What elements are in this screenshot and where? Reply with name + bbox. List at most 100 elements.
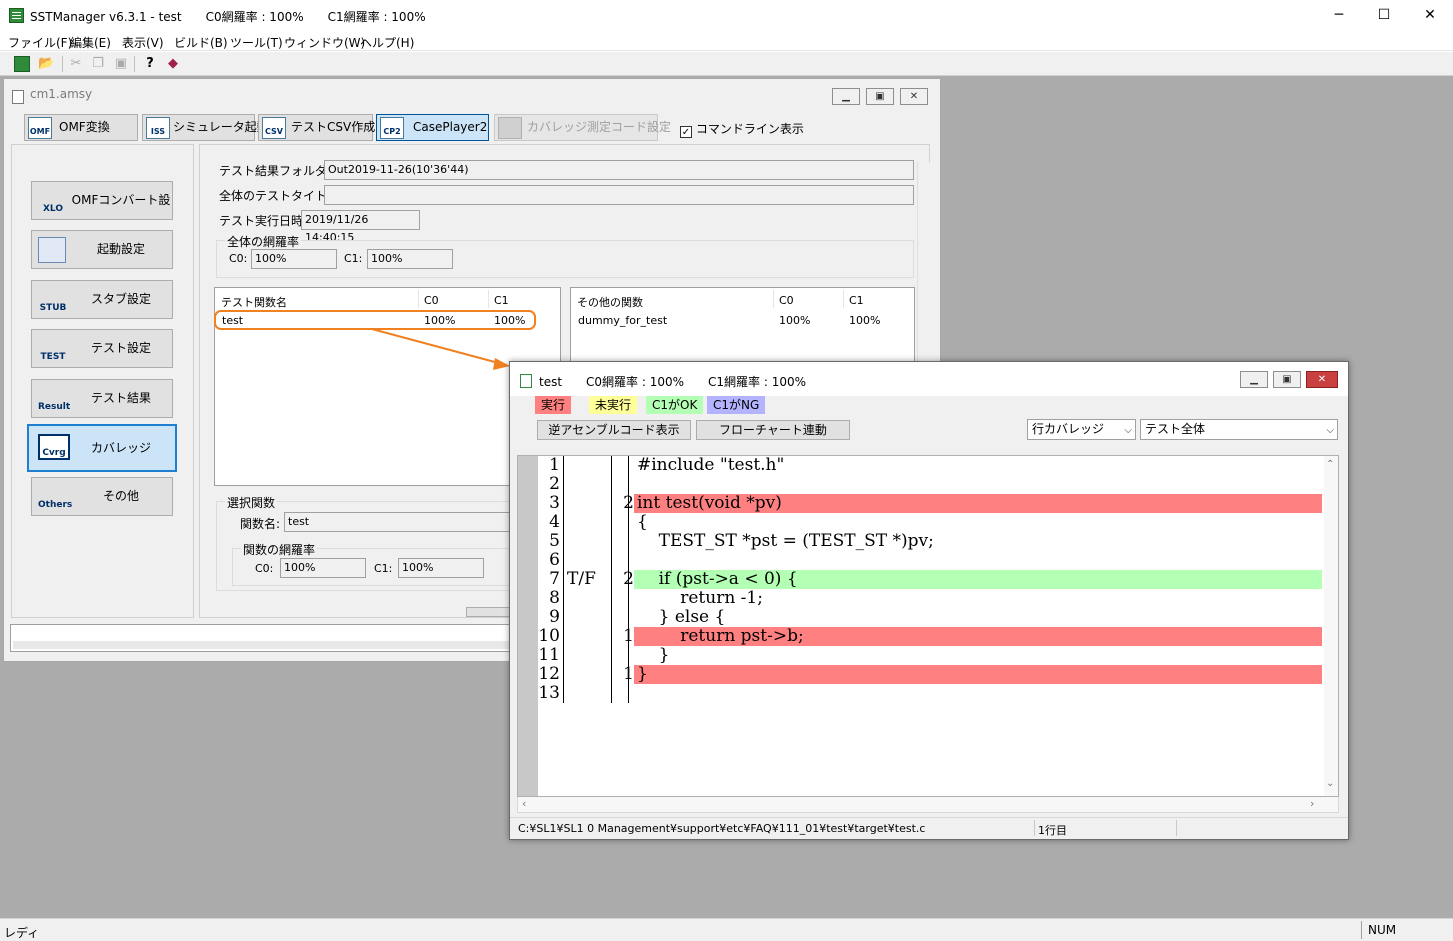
- column-header[interactable]: C0: [779, 294, 794, 307]
- child-close-button[interactable]: ✕: [900, 88, 928, 105]
- code-line[interactable]: 11 }: [538, 646, 1322, 665]
- scroll-right-icon[interactable]: ›: [1310, 797, 1314, 810]
- table-row[interactable]: test 100% 100%: [215, 310, 560, 328]
- paste-icon[interactable]: ▣: [113, 56, 129, 72]
- test-csv-button[interactable]: CSV テストCSV作成: [258, 114, 376, 141]
- code-line[interactable]: 9 } else {: [538, 608, 1322, 627]
- sidebar-item-stub[interactable]: STUB スタブ設定: [31, 280, 173, 319]
- vertical-scrollbar[interactable]: ⌃ ⌄: [1324, 456, 1338, 796]
- sidebar-item-others[interactable]: Others その他: [31, 477, 173, 516]
- main-toolbar: 📂 ✂ ❐ ▣ ? ◆: [0, 52, 1453, 76]
- func-c1-field[interactable]: 100%: [398, 558, 484, 578]
- close-button[interactable]: ✕: [1407, 0, 1453, 31]
- c1-field[interactable]: 100%: [367, 249, 453, 269]
- result-folder-field[interactable]: Out2019-11-26(10'36'44): [324, 160, 914, 180]
- column-separator: [843, 290, 844, 308]
- coverage-window: test C0網羅率 : 100% C1網羅率 : 100% ▁ ▣ ✕ 実行 …: [509, 361, 1349, 840]
- menu-edit[interactable]: 編集(E): [70, 34, 111, 51]
- legend-executed: 実行: [535, 396, 572, 414]
- menu-file[interactable]: ファイル(F): [8, 34, 72, 51]
- scope-select[interactable]: テスト全体 ⌵: [1140, 419, 1338, 440]
- test-title-field[interactable]: [324, 185, 914, 205]
- omf-convert-button[interactable]: OMF OMF変換: [24, 114, 138, 141]
- code-line[interactable]: 5 TEST_ST *pst = (TEST_ST *)pv;: [538, 532, 1322, 551]
- column-header[interactable]: C1: [849, 294, 864, 307]
- branch-marker: T/F: [567, 569, 596, 589]
- code-line[interactable]: 1 #include "test.h": [538, 456, 1322, 475]
- open-folder-icon[interactable]: 📂: [38, 56, 54, 72]
- minimize-button[interactable]: ─: [1316, 0, 1362, 31]
- line-number: 9: [549, 607, 560, 627]
- line-number: 4: [549, 512, 560, 532]
- child-close-button[interactable]: ✕: [1306, 371, 1338, 388]
- menu-build[interactable]: ビルド(B): [174, 34, 228, 51]
- book-icon[interactable]: ◆: [165, 56, 181, 72]
- source-code-view[interactable]: 1 #include "test.h" 232int test(void *pv)4…: [517, 455, 1339, 797]
- copy-icon[interactable]: ❐: [90, 56, 106, 72]
- code-line[interactable]: 13: [538, 684, 1322, 703]
- column-header[interactable]: テスト関数名: [221, 294, 287, 310]
- test-icon: TEST: [40, 352, 66, 362]
- test-csv-label: テストCSV作成: [291, 120, 376, 134]
- disassemble-button[interactable]: 逆アセンブルコード表示: [537, 420, 691, 440]
- sidebar-item-startup[interactable]: 起動設定: [31, 230, 173, 269]
- scroll-down-icon[interactable]: ⌄: [1326, 778, 1334, 789]
- column-separator: [773, 290, 774, 308]
- project-window-titlebar: cm1.amsy ▁ ▣ ✕: [4, 79, 940, 109]
- status-separator: [1176, 820, 1177, 836]
- menu-window[interactable]: ウィンドウ(W): [284, 34, 365, 51]
- menu-help[interactable]: ヘルプ(H): [360, 34, 414, 51]
- cmdline-checkbox[interactable]: ✓ コマンドライン表示: [680, 120, 804, 138]
- scroll-left-icon[interactable]: ‹: [522, 797, 526, 810]
- c0-field[interactable]: 100%: [251, 249, 337, 269]
- simulator-start-button[interactable]: ISS シミュレータ起動: [142, 114, 269, 141]
- child-minimize-button[interactable]: ▁: [832, 88, 860, 105]
- code-line[interactable]: 32int test(void *pv): [538, 494, 1322, 513]
- maximize-button[interactable]: ☐: [1361, 0, 1407, 31]
- code-line[interactable]: 121}: [538, 665, 1322, 684]
- omf-convert-label: OMF変換: [59, 120, 110, 134]
- func-c0-field[interactable]: 100%: [280, 558, 366, 578]
- cut-icon[interactable]: ✂: [68, 56, 84, 72]
- scroll-up-icon[interactable]: ⌃: [1326, 459, 1334, 470]
- num-lock-indicator: NUM: [1361, 921, 1407, 939]
- column-header[interactable]: その他の関数: [577, 294, 643, 310]
- help-icon[interactable]: ?: [142, 56, 158, 72]
- function-name-field[interactable]: test: [284, 512, 514, 532]
- column-header[interactable]: C1: [494, 294, 509, 307]
- sidebar-item-coverage[interactable]: Cvrg カバレッジ: [27, 424, 177, 472]
- column-header[interactable]: C0: [424, 294, 439, 307]
- test-date-label: テスト実行日時:: [219, 214, 308, 228]
- child-restore-button[interactable]: ▣: [866, 88, 894, 105]
- legend-not-executed: 未実行: [589, 396, 638, 414]
- menu-view[interactable]: 表示(V): [122, 34, 164, 51]
- code-line[interactable]: 101 return pst->b;: [538, 627, 1322, 646]
- sidebar-item-omf-converter[interactable]: XLO OMFコンバート設定: [31, 181, 173, 244]
- table-row[interactable]: dummy_for_test 100% 100%: [571, 310, 914, 328]
- coverage-code-button[interactable]: カバレッジ測定コード設定: [494, 114, 671, 141]
- sidebar-item-label: 起動設定: [96, 242, 145, 256]
- test-date-field[interactable]: 2019/11/26 14:40:15: [301, 210, 420, 244]
- func-c0-label: C0:: [255, 562, 274, 575]
- flowchart-button[interactable]: フローチャート連動: [696, 420, 850, 440]
- code-line[interactable]: 7T/F2 if (pst->a < 0) {: [538, 570, 1322, 589]
- line-number: 7: [549, 569, 560, 589]
- app-titlebar: SSTManager v6.3.1 - test C0網羅率 : 100% C1…: [0, 0, 1453, 31]
- coverage-window-titlebar: test C0網羅率 : 100% C1網羅率 : 100% ▁ ▣ ✕: [510, 362, 1348, 396]
- caseplayer-button[interactable]: CP2 CasePlayer2: [376, 114, 489, 141]
- simulator-start-label: シミュレータ起動: [173, 120, 269, 134]
- new-project-icon[interactable]: [14, 56, 30, 72]
- coverage-type-select[interactable]: 行カバレッジ ⌵: [1027, 419, 1136, 440]
- code-line[interactable]: 2: [538, 475, 1322, 494]
- c0-cell: 100%: [779, 314, 811, 327]
- sidebar-item-test[interactable]: TEST テスト設定: [31, 329, 173, 368]
- menu-tools[interactable]: ツール(T): [230, 34, 283, 51]
- horizontal-scrollbar[interactable]: ‹ ›: [517, 797, 1339, 813]
- code-line[interactable]: 6: [538, 551, 1322, 570]
- code-line[interactable]: 4{: [538, 513, 1322, 532]
- child-minimize-button[interactable]: ▁: [1240, 371, 1268, 388]
- code-line[interactable]: 8 return -1;: [538, 589, 1322, 608]
- child-restore-button[interactable]: ▣: [1273, 371, 1301, 388]
- column-separator: [418, 290, 419, 308]
- sidebar-item-result[interactable]: Result テスト結果: [31, 379, 173, 418]
